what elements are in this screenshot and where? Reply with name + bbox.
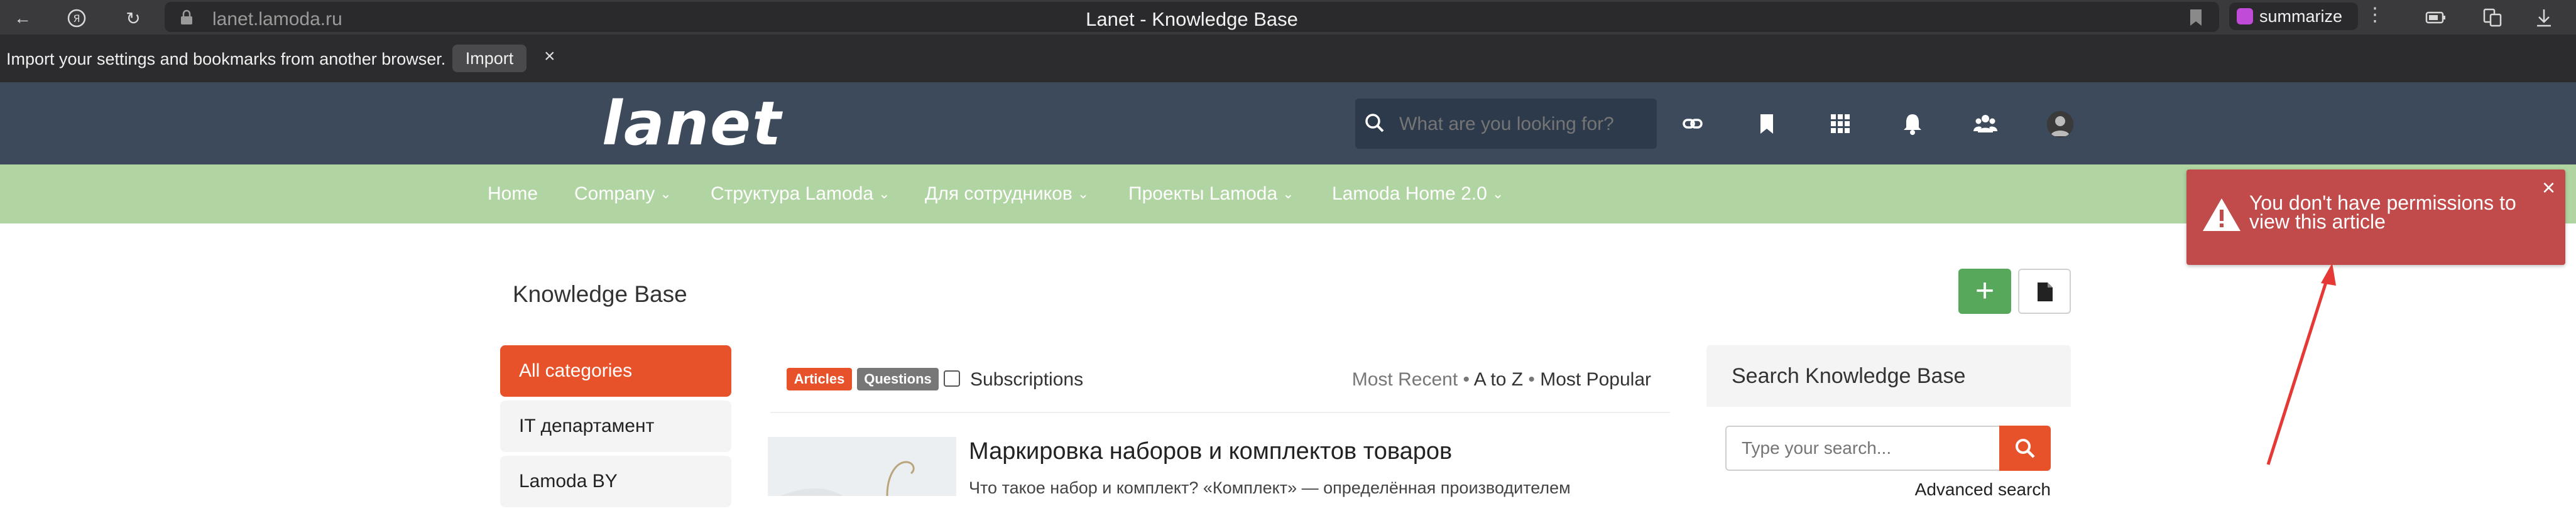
tag-articles[interactable]: Articles — [787, 368, 852, 390]
search-input[interactable] — [1399, 114, 1644, 135]
extensions-icon[interactable] — [2480, 6, 2504, 30]
category-it[interactable]: IT департамент — [500, 401, 731, 452]
nav-projects[interactable]: Проекты Lamoda ⌄ — [1128, 183, 1294, 205]
nav-label: Company — [574, 183, 655, 204]
alert-message: You don't have permissions to view this … — [2249, 191, 2516, 233]
search-icon — [1365, 114, 1384, 132]
yandex-icon[interactable]: Я — [63, 4, 90, 32]
category-all[interactable]: All categories — [500, 345, 731, 397]
site-search[interactable] — [1355, 99, 1657, 149]
link-icon[interactable] — [1680, 111, 1705, 136]
kb-search-panel: Search Knowledge Base Advanced search — [1706, 345, 2071, 499]
permission-alert: You don't have permissions to view this … — [2186, 169, 2565, 265]
tag-questions[interactable]: Questions — [857, 368, 939, 390]
page-title-tab: Lanet - Knowledge Base — [1086, 8, 1298, 30]
chevron-down-icon: ⌄ — [1492, 186, 1504, 202]
page-title: Knowledge Base — [513, 281, 687, 307]
nav-label: Проекты Lamoda — [1128, 183, 1278, 204]
nav-lamoda-home[interactable]: Lamoda Home 2.0 ⌄ — [1332, 183, 1504, 205]
bookmark-icon[interactable] — [2188, 8, 2204, 27]
close-icon[interactable]: × — [544, 46, 555, 67]
browser-toolbar: ← Я ↻ lanet.lamoda.ru Lanet - Knowledge … — [0, 0, 2576, 35]
sort-a-to-z[interactable]: A to Z — [1474, 369, 1523, 390]
nav-label: Структура Lamoda — [711, 183, 874, 204]
kb-search-input[interactable] — [1725, 426, 1999, 471]
sort-options: Most Recent • A to Z • Most Popular — [1352, 369, 1651, 390]
category-lamoda-by[interactable]: Lamoda BY — [500, 456, 731, 507]
nav-label: Для сотрудников — [925, 183, 1072, 204]
chevron-down-icon: ⌄ — [660, 186, 672, 202]
subscriptions-label: Subscriptions — [970, 369, 1084, 390]
article-title[interactable]: Маркировка наборов и комплектов товаров — [969, 438, 1452, 465]
avatar[interactable] — [2047, 111, 2073, 137]
filter-bar: Articles Questions Subscriptions Most Re… — [770, 350, 1670, 413]
nav-label: Lamoda Home 2.0 — [1332, 183, 1487, 204]
address-bar[interactable]: lanet.lamoda.ru Lanet - Knowledge Base — [165, 2, 2219, 32]
bookmark-icon[interactable] — [1754, 111, 1779, 136]
article-excerpt: Что такое набор и комплект? «Комплект» —… — [969, 478, 1571, 497]
reload-icon[interactable]: ↻ — [119, 4, 147, 32]
svg-text:Я: Я — [73, 13, 80, 24]
import-message: Import your settings and bookmarks from … — [6, 50, 446, 68]
separator: • — [1458, 369, 1474, 390]
warning-icon — [2203, 198, 2240, 231]
document-icon — [2038, 282, 2053, 301]
download-icon[interactable] — [2532, 6, 2556, 30]
import-button[interactable]: Import — [452, 45, 527, 72]
nav-company[interactable]: Company ⌄ — [574, 183, 672, 205]
category-sidebar: All categories IT департамент Lamoda BY — [500, 345, 731, 511]
nav-home[interactable]: Home — [488, 183, 538, 205]
nav-label: Home — [488, 183, 538, 204]
kb-search-heading: Search Knowledge Base — [1706, 345, 2071, 407]
subscriptions-checkbox[interactable] — [944, 370, 960, 387]
site-header: lanet — [0, 82, 2576, 164]
nav-struktura[interactable]: Структура Lamoda ⌄ — [711, 183, 890, 205]
chevron-down-icon: ⌄ — [878, 186, 890, 202]
summarize-label: summarize — [2259, 6, 2343, 26]
import-infobar: Import your settings and bookmarks from … — [0, 35, 2576, 82]
sort-most-popular[interactable]: Most Popular — [1540, 369, 1651, 390]
apps-grid-icon[interactable] — [1828, 111, 1853, 136]
battery-icon[interactable] — [2424, 6, 2448, 30]
chevron-down-icon: ⌄ — [1282, 186, 1294, 202]
search-icon — [2016, 439, 2035, 458]
kb-search-button[interactable] — [1999, 426, 2051, 471]
summarize-button[interactable]: summarize — [2229, 3, 2358, 30]
chevron-down-icon: ⌄ — [1077, 186, 1089, 202]
article-thumbnail[interactable] — [768, 437, 956, 497]
sort-most-recent[interactable]: Most Recent — [1352, 369, 1458, 390]
bell-icon[interactable] — [1900, 111, 1925, 136]
nav-employees[interactable]: Для сотрудников ⌄ — [925, 183, 1089, 205]
close-icon[interactable]: × — [2542, 175, 2555, 201]
users-icon[interactable] — [1973, 111, 1998, 136]
add-article-button[interactable]: + — [1958, 269, 2011, 314]
summarize-icon — [2237, 8, 2253, 24]
back-icon[interactable]: ← — [9, 4, 36, 32]
advanced-search-link[interactable]: Advanced search — [1915, 480, 2051, 500]
more-menu-icon[interactable]: ⋮ — [2366, 4, 2384, 26]
new-document-button[interactable] — [2018, 269, 2071, 314]
site-logo[interactable]: lanet — [602, 89, 782, 159]
annotation-arrow — [2266, 263, 2336, 465]
separator: • — [1523, 369, 1541, 390]
